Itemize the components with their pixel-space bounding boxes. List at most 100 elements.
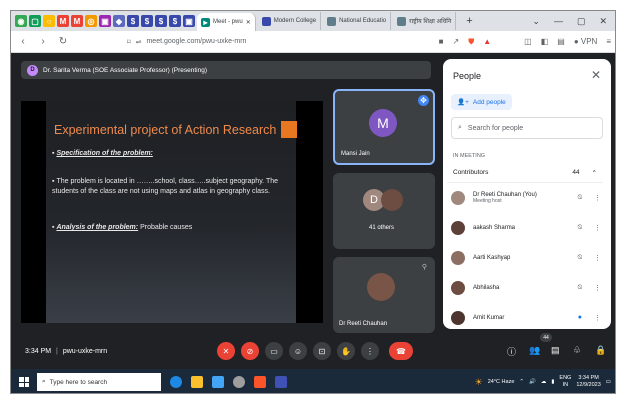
language-indicator[interactable]: ENG IN [559, 375, 571, 389]
chevron-up-icon[interactable]: ⌃ [592, 169, 597, 177]
presenter-avatar: D [27, 64, 38, 76]
more-options-button[interactable]: ⋮ [361, 342, 379, 360]
close-window-button[interactable]: ✕ [599, 16, 607, 27]
pin-icon[interactable]: ✥ [418, 95, 429, 106]
captions-button[interactable]: ▭ [265, 342, 283, 360]
chat-icon[interactable]: ▤ [551, 345, 560, 356]
site-info-icon[interactable]: ⇌ [136, 38, 142, 46]
mic-off-icon[interactable]: ⍉ [578, 284, 582, 292]
pinned-tab-icon[interactable]: ▣ [183, 15, 195, 27]
forward-button[interactable]: › [37, 36, 49, 47]
activities-icon[interactable]: ♧ [573, 345, 581, 356]
tray-chevron-up-icon[interactable]: ⌃ [519, 379, 524, 385]
chevron-down-icon[interactable]: ⌄ [532, 16, 540, 27]
new-tab-button[interactable]: + [458, 15, 480, 27]
tab-meet[interactable]: ▸ Meet - pwu ✕ [197, 13, 256, 31]
tab-rashtriya-shiksha[interactable]: राष्ट्रीय शिक्षा अधिनि [393, 12, 457, 30]
list-item[interactable]: Aarti Kashyap ⍉ ⋮ [451, 247, 601, 269]
mic-toggle-button[interactable]: ✕ [217, 342, 235, 360]
mic-off-icon[interactable]: ⍉ [578, 194, 582, 202]
network-icon[interactable]: ☁ [541, 379, 547, 385]
camera-toggle-button[interactable]: ⊘ [241, 342, 259, 360]
share-icon[interactable]: ↗ [453, 37, 460, 46]
list-item[interactable]: Abhilasha ⍉ ⋮ [451, 277, 601, 299]
gmail-icon[interactable]: M [57, 15, 69, 27]
mic-off-icon[interactable]: ⍉ [578, 254, 582, 262]
slide-title: Experimental project of Action Research [54, 123, 277, 137]
more-icon[interactable]: ⋮ [594, 194, 601, 202]
more-icon[interactable]: ⋮ [594, 254, 601, 262]
add-person-icon: 👤+ [457, 99, 469, 106]
mic-off-icon[interactable]: ⍉ [578, 224, 582, 232]
tab-search-icon[interactable]: ▤ [557, 37, 565, 46]
tab-modern-college[interactable]: Modern College [258, 12, 322, 30]
participant-tile-others[interactable]: D 41 others [333, 173, 435, 249]
close-icon[interactable]: ✕ [591, 68, 601, 82]
battery-icon[interactable]: ▮ [551, 379, 554, 385]
vpn-button[interactable]: ● VPN [574, 37, 598, 46]
file-explorer-icon[interactable] [191, 376, 203, 388]
app-icon[interactable] [275, 376, 287, 388]
participant-tile-mansi[interactable]: ✥ M Mansi Jain [333, 89, 435, 165]
gmail-icon[interactable]: M [71, 15, 83, 27]
url-field[interactable]: ⌑ ⇌ meet.google.com/pwu-uxke-mrn [127, 38, 246, 46]
pinned-tab-icon[interactable]: ○ [43, 15, 55, 27]
speaker-icon[interactable]: 🔊 [529, 379, 536, 385]
list-item[interactable]: Amit Kumar ● ⋮ [451, 307, 601, 329]
bullet: ▪ [52, 178, 55, 185]
close-icon[interactable]: ✕ [246, 19, 251, 26]
person-role: Meeting host [473, 198, 502, 204]
brave-shield-icon[interactable]: ⛊ [468, 37, 474, 47]
search-people-input[interactable]: ⌕ Search for people [451, 117, 603, 139]
pinned-tab-icon[interactable]: ▢ [29, 15, 41, 27]
chrome-icon[interactable] [233, 376, 245, 388]
pinned-tab-icon[interactable]: $ [127, 15, 139, 27]
search-placeholder: Search for people [467, 124, 524, 132]
more-icon[interactable]: ⋮ [594, 224, 601, 232]
raise-hand-button[interactable]: ✋ [337, 342, 355, 360]
info-icon[interactable]: ⓘ [507, 345, 516, 358]
people-icon[interactable]: 👥 [529, 345, 540, 356]
host-controls-icon[interactable]: 🔒 [595, 345, 606, 356]
reactions-button[interactable]: ☺ [289, 342, 307, 360]
notifications-icon[interactable]: ▭ [606, 379, 611, 385]
participant-tile-host[interactable]: ⚲ Dr Reeti Chauhan [333, 257, 435, 333]
wallet-icon[interactable]: ◧ [541, 37, 549, 46]
weather-text[interactable]: 24°C Haze [488, 379, 515, 385]
camera-icon[interactable]: ■ [439, 37, 444, 46]
bookmark-icon[interactable]: ⌑ [127, 38, 131, 46]
maximize-button[interactable]: ▢ [577, 16, 586, 27]
pinned-tab-icon[interactable]: ▣ [99, 15, 111, 27]
list-item[interactable]: aakash Sharma ⍉ ⋮ [451, 217, 601, 239]
taskbar-search-input[interactable]: ⌕ Type here to search [37, 373, 161, 391]
back-button[interactable]: ‹ [17, 36, 29, 47]
present-button[interactable]: ⊡ [313, 342, 331, 360]
store-icon[interactable] [212, 376, 224, 388]
sidebar-icon[interactable]: ◫ [524, 37, 532, 46]
leave-call-button[interactable]: ☎ [389, 342, 413, 360]
list-item[interactable]: Dr Reeti Chauhan (You) Meeting host ⍉ ⋮ [451, 187, 601, 209]
brave-icon[interactable] [254, 376, 266, 388]
pinned-tab-icon[interactable]: $ [169, 15, 181, 27]
clock[interactable]: 3:34 PM 12/9/2023 [576, 375, 600, 389]
pinned-tab-icon[interactable]: $ [155, 15, 167, 27]
more-icon[interactable]: ⋮ [594, 314, 601, 322]
pinned-tab-icon[interactable]: ◆ [113, 15, 125, 27]
opera-gx-icon[interactable]: ◉ [15, 15, 27, 27]
pinned-tab-icon[interactable]: $ [141, 15, 153, 27]
reload-button[interactable]: ↻ [57, 36, 69, 47]
edge-icon[interactable] [170, 376, 182, 388]
pinned-tab-icon[interactable]: ◎ [85, 15, 97, 27]
brave-rewards-icon[interactable]: ▲ [483, 37, 491, 46]
meet-control-bar: 3:34 PM | pwu-uxke-mrn ✕ ⊘ ▭ ☺ ⊡ ✋ ⋮ ☎ ⓘ… [11, 337, 615, 365]
minimize-button[interactable]: — [554, 16, 563, 27]
menu-icon[interactable]: ≡ [606, 37, 611, 46]
contributors-header[interactable]: Contributors 44 ⌃ [447, 163, 603, 183]
tab-national-education[interactable]: National Educatio [323, 12, 392, 30]
add-people-button[interactable]: 👤+ Add people [451, 94, 512, 110]
windows-start-icon[interactable] [19, 377, 29, 387]
more-icon[interactable]: ⋮ [594, 284, 601, 292]
others-count: 41 others [369, 225, 395, 231]
presenter-banner: D Dr. Sarita Verma (SOE Associate Profes… [21, 61, 431, 79]
tab-label: राष्ट्रीय शिक्षा अधिनि [409, 19, 452, 25]
